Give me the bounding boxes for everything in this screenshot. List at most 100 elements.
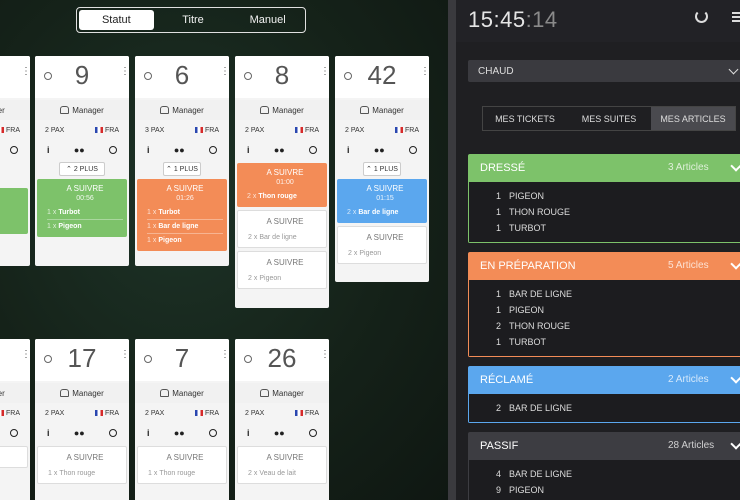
course-block[interactable]: A SUIVRE 01:00 2 x Thon rouge	[237, 163, 327, 207]
section-orange: EN PRÉPARATION 5 Articles 1 BAR DE LIGNE 1 PI…	[468, 252, 740, 357]
ticket-card[interactable]: 6 ⋮ Manager 3 PAX FRA i ●● ⌃ 1 PLUS A SUIVRE 01:2…	[135, 56, 229, 266]
manager-row: Manager	[0, 383, 30, 403]
section-header[interactable]: PASSIF 28 Articles	[468, 432, 740, 460]
segment-statut[interactable]: Statut	[79, 10, 154, 30]
article-row[interactable]: 1 PIGEON	[469, 302, 740, 318]
chevron-down-icon[interactable]	[730, 372, 740, 384]
article-row[interactable]: 1 BAR DE LIGNE	[469, 286, 740, 302]
manager-row: Manager	[235, 383, 329, 403]
segment-manuel[interactable]: Manuel	[230, 8, 305, 32]
manager-row: Manager	[35, 100, 129, 120]
ticket-card[interactable]: 8 ⋮ Manager 2 PAX FRA i ●● A SUIVRE 01:00 2 x Thon…	[235, 56, 329, 308]
chevron-down-icon[interactable]	[730, 160, 740, 172]
chevron-down-icon[interactable]	[730, 258, 740, 270]
course-block[interactable]: A SUIVRE 2 x Pigeon	[237, 251, 327, 289]
course-block[interactable]: A SUIVRE 00:56 1 x Turbot 1 x Pigeon	[37, 179, 127, 237]
info-icon[interactable]: i	[47, 145, 50, 155]
ticket-header: ⋮	[0, 339, 30, 381]
timer-icon[interactable]	[9, 146, 18, 154]
group-icon[interactable]: ●●	[174, 428, 185, 438]
article-qty: 2	[495, 403, 501, 413]
segment-titre[interactable]: Titre	[156, 8, 231, 32]
article-row[interactable]: 9 PIGEON	[469, 482, 740, 498]
info-icon[interactable]: i	[147, 145, 150, 155]
ticket-card[interactable]: 7 ⋮ Manager 2 PAX FRA i ●● A SUIVRE 1 x Thon roug…	[135, 339, 229, 500]
ticket-card[interactable]: ⋮ Manager FRA i●●	[0, 339, 30, 500]
timer-icon[interactable]	[308, 146, 317, 154]
timer-icon[interactable]	[108, 146, 117, 154]
course-block[interactable]	[0, 188, 28, 234]
article-row[interactable]: 1 TURBOT	[469, 334, 740, 350]
hamburger-menu-icon[interactable]	[732, 12, 740, 22]
section-count: 5 Articles	[668, 260, 709, 271]
section-header[interactable]: DRESSÉ 3 Articles	[468, 154, 740, 182]
timer-icon[interactable]	[108, 429, 117, 437]
pax-count: 2 PAX	[45, 126, 65, 134]
group-icon[interactable]: ●●	[274, 428, 285, 438]
show-more-button[interactable]: ⌃ 2 PLUS	[59, 162, 105, 176]
more-options-icon[interactable]: ⋮	[21, 67, 30, 77]
ticket-card[interactable]: ⋮ Manager FRA i●●	[0, 56, 30, 266]
course-block[interactable]: A SUIVRE 1 x Thon rouge	[37, 446, 127, 484]
course-block[interactable]: A SUIVRE 2 x Veau de lait	[237, 446, 327, 484]
course-block[interactable]: A SUIVRE 2 x Bar de ligne	[237, 210, 327, 248]
sort-segmented-control: Statut Titre Manuel	[76, 7, 306, 33]
info-icon[interactable]: i	[47, 428, 50, 438]
article-row[interactable]: 2 THON ROUGE	[469, 318, 740, 334]
article-row[interactable]: 2 BAR DE LIGNE	[469, 400, 740, 416]
section-header[interactable]: EN PRÉPARATION 5 Articles	[468, 252, 740, 280]
article-row[interactable]: 1 THON ROUGE	[469, 204, 740, 220]
manager-row: Manager	[135, 383, 229, 403]
chevron-down-icon[interactable]	[730, 438, 740, 450]
more-options-icon[interactable]: ⋮	[120, 350, 129, 360]
item-name: Turbot	[158, 209, 180, 216]
more-options-icon[interactable]: ⋮	[320, 67, 329, 77]
timer-icon[interactable]	[208, 429, 217, 437]
item-qty: 1 x	[47, 223, 57, 230]
tab-mes-articles[interactable]: MES ARTICLES	[651, 107, 735, 130]
more-options-icon[interactable]: ⋮	[220, 67, 229, 77]
refresh-icon[interactable]	[695, 10, 708, 23]
more-options-icon[interactable]: ⋮	[220, 350, 229, 360]
group-icon[interactable]: ●●	[74, 428, 85, 438]
ticket-card[interactable]: 26 ⋮ Manager 2 PAX FRA i ●● A SUIVRE 2 x Veau de …	[235, 339, 329, 500]
more-options-icon[interactable]: ⋮	[320, 350, 329, 360]
course-block[interactable]: A SUIVRE 2 x Pigeon	[337, 226, 427, 264]
course-block[interactable]: A SUIVRE 1 x Thon rouge	[137, 446, 227, 484]
course-item: 1 x Turbot	[147, 206, 223, 219]
station-dropdown[interactable]: CHAUD	[468, 60, 740, 82]
ticket-card[interactable]: 17 ⋮ Manager 2 PAX FRA i ●● A SUIVRE 1 x Thon rou…	[35, 339, 129, 500]
ticket-header: 26 ⋮	[235, 339, 329, 381]
course-block[interactable]: A SUIVRE 01:26 1 x Turbot 1 x Bar de ligne 1 x…	[137, 179, 227, 251]
timer-icon[interactable]	[308, 429, 317, 437]
group-icon[interactable]: ●●	[274, 145, 285, 155]
article-row[interactable]: 1 PIGEON	[469, 188, 740, 204]
show-more-button[interactable]: ⌃ 1 PLUS	[163, 162, 201, 176]
info-icon[interactable]: i	[147, 428, 150, 438]
info-icon[interactable]: i	[347, 145, 350, 155]
ticket-card[interactable]: 42 ⋮ Manager 2 PAX FRA i ●● ⌃ 1 PLUS A SUIVRE 01:…	[335, 56, 429, 282]
timer-icon[interactable]	[9, 429, 18, 437]
group-icon[interactable]: ●●	[374, 145, 385, 155]
group-icon[interactable]: ●●	[174, 145, 185, 155]
section-header[interactable]: RÉCLAMÉ 2 Articles	[468, 366, 740, 394]
panel-divider[interactable]	[448, 0, 456, 500]
group-icon[interactable]: ●●	[74, 145, 85, 155]
course-item: 1 x Turbot	[47, 206, 123, 219]
more-options-icon[interactable]: ⋮	[21, 350, 30, 360]
more-options-icon[interactable]: ⋮	[420, 67, 429, 77]
timer-icon[interactable]	[408, 146, 417, 154]
article-row[interactable]: 4 BAR DE LIGNE	[469, 466, 740, 482]
info-icon[interactable]: i	[247, 145, 250, 155]
article-row[interactable]: 1 TURBOT	[469, 220, 740, 236]
more-options-icon[interactable]: ⋮	[120, 67, 129, 77]
tab-mes-tickets[interactable]: MES TICKETS	[483, 107, 567, 130]
course-block[interactable]: A SUIVRE 01:15 2 x Bar de ligne	[337, 179, 427, 223]
ticket-card[interactable]: 9 ⋮ Manager 2 PAX FRA i ●● ⌃ 2 PLUS A SUIVRE 00:5…	[35, 56, 129, 266]
course-block[interactable]	[0, 446, 28, 468]
timer-icon[interactable]	[208, 146, 217, 154]
article-name: TURBOT	[509, 337, 546, 347]
tab-mes-suites[interactable]: MES SUITES	[567, 107, 651, 130]
info-icon[interactable]: i	[247, 428, 250, 438]
show-more-button[interactable]: ⌃ 1 PLUS	[363, 162, 401, 176]
